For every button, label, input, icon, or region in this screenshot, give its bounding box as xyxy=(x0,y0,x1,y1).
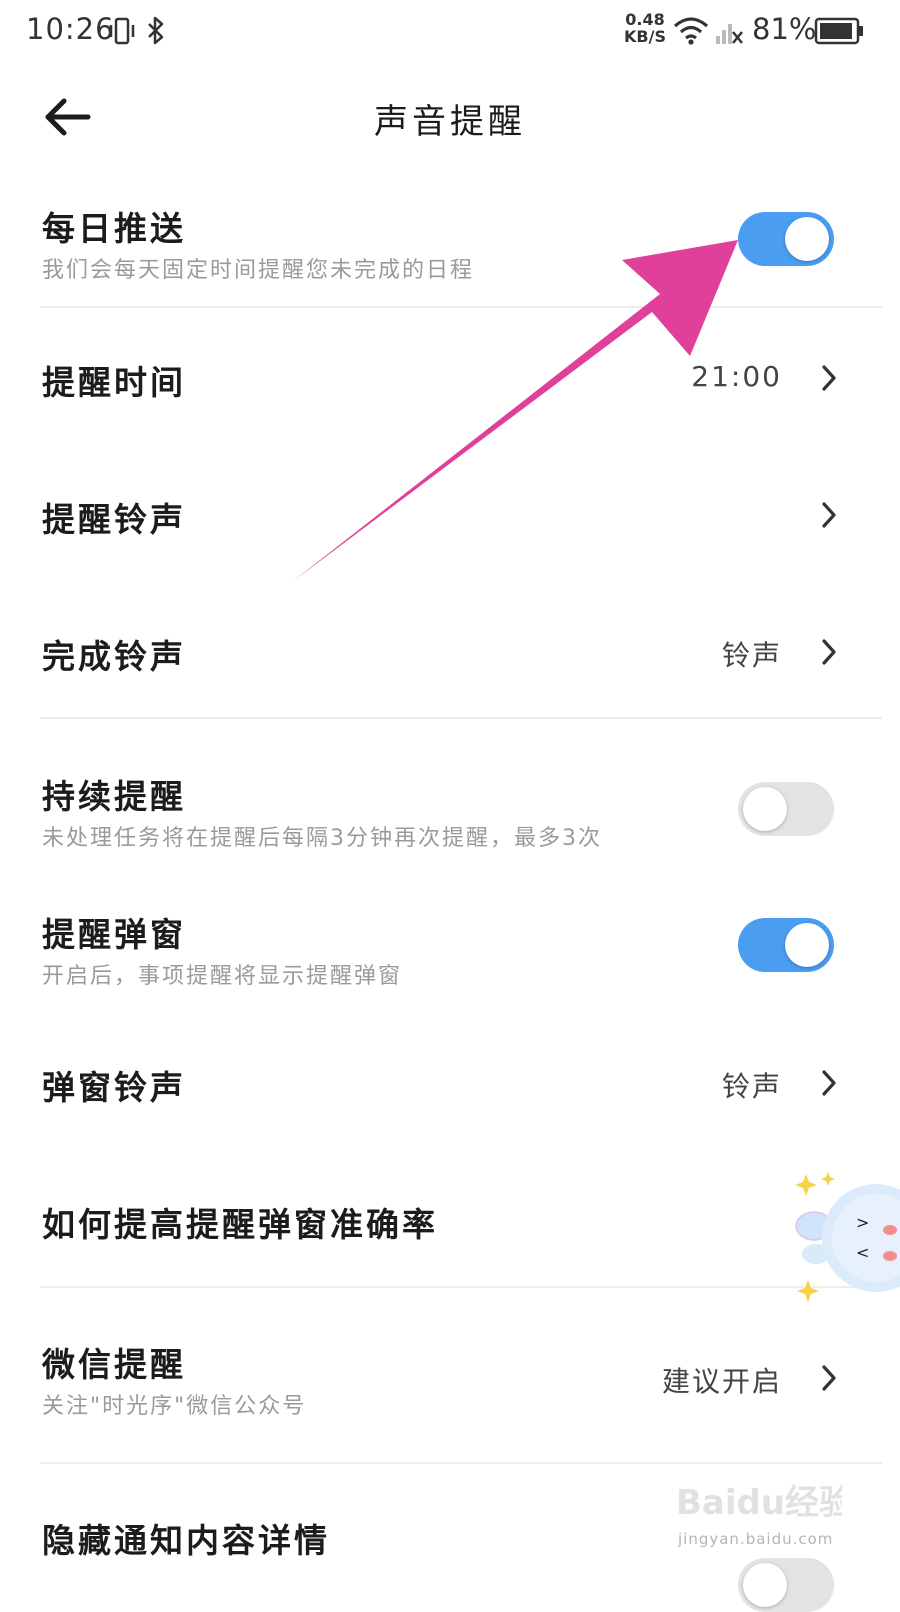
status-time: 10:26 xyxy=(26,12,115,46)
setting-complete-ringtone[interactable]: 完成铃声 铃声 xyxy=(0,604,900,700)
chevron-right-icon xyxy=(822,365,836,391)
setting-remind-time[interactable]: 提醒时间 21:00 xyxy=(0,330,900,426)
setting-title: 弹窗铃声 xyxy=(42,1068,186,1107)
remind-popup-toggle[interactable] xyxy=(738,918,834,972)
popup-ringtone-value: 铃声 xyxy=(721,1070,782,1103)
floating-mascot-icon[interactable]: > < xyxy=(792,1168,900,1308)
setting-title: 微信提醒 xyxy=(42,1345,186,1384)
setting-title: 持续提醒 xyxy=(42,777,186,816)
complete-ringtone-value: 铃声 xyxy=(721,639,782,672)
network-speed-value: 0.48 xyxy=(625,10,665,29)
setting-subtitle: 未处理任务将在提醒后每隔3分钟再次提醒，最多3次 xyxy=(42,826,602,851)
setting-title: 提醒弹窗 xyxy=(42,915,186,954)
setting-title: 完成铃声 xyxy=(42,637,186,676)
baidu-watermark-logo: Baidu经验 xyxy=(676,1483,842,1523)
divider xyxy=(40,1286,882,1288)
svg-text:<: < xyxy=(856,1243,869,1262)
hide-details-toggle[interactable] xyxy=(738,1558,834,1612)
persistent-remind-toggle[interactable] xyxy=(738,782,834,836)
remind-time-value: 21:00 xyxy=(691,360,782,393)
setting-title: 提醒时间 xyxy=(42,363,186,402)
setting-title: 隐藏通知内容详情 xyxy=(42,1521,330,1560)
setting-subtitle: 关注"时光序"微信公众号 xyxy=(42,1394,307,1419)
chevron-right-icon xyxy=(822,502,836,528)
signal-icon xyxy=(716,24,743,44)
bluetooth-icon xyxy=(148,16,164,45)
wifi-icon xyxy=(673,17,709,45)
divider xyxy=(40,1462,882,1464)
setting-title: 提醒铃声 xyxy=(42,500,186,539)
page-title: 声音提醒 xyxy=(374,102,526,142)
svg-text:Baidu经验: Baidu经验 xyxy=(676,1483,842,1523)
setting-title: 每日推送 xyxy=(42,209,186,248)
app-bar: 声音提醒 xyxy=(0,70,900,166)
wechat-remind-value: 建议开启 xyxy=(661,1365,782,1398)
setting-popup-accuracy[interactable]: 如何提高提醒弹窗准确率 xyxy=(0,1172,900,1268)
divider xyxy=(40,717,882,719)
chevron-right-icon xyxy=(822,639,836,665)
setting-remind-popup: 提醒弹窗 开启后，事项提醒将显示提醒弹窗 xyxy=(0,894,900,1004)
svg-text:>: > xyxy=(856,1213,869,1232)
setting-popup-ringtone[interactable]: 弹窗铃声 铃声 xyxy=(0,1035,900,1131)
toggle-knob xyxy=(785,923,829,967)
setting-remind-ringtone[interactable]: 提醒铃声 xyxy=(0,467,900,563)
network-speed-unit: KB/S xyxy=(624,27,666,46)
setting-title: 如何提高提醒弹窗准确率 xyxy=(42,1205,438,1244)
toggle-knob xyxy=(743,1563,787,1607)
toggle-knob xyxy=(743,787,787,831)
divider xyxy=(40,306,882,308)
setting-persistent-remind: 持续提醒 未处理任务将在提醒后每隔3分钟再次提醒，最多3次 xyxy=(0,756,900,866)
status-bar: 10:26 0.48 KB/S 81% xyxy=(0,0,900,64)
watermark-url: jingyan.baidu.com xyxy=(678,1530,834,1548)
vibrate-icon xyxy=(109,17,135,45)
setting-subtitle: 我们会每天固定时间提醒您未完成的日程 xyxy=(42,258,475,283)
setting-wechat-remind[interactable]: 微信提醒 关注"时光序"微信公众号 建议开启 xyxy=(0,1326,900,1436)
chevron-right-icon xyxy=(822,1070,836,1096)
network-speed: 0.48 KB/S xyxy=(624,11,666,45)
battery-icon xyxy=(814,17,863,45)
battery-percent: 81% xyxy=(752,12,817,46)
setting-subtitle: 开启后，事项提醒将显示提醒弹窗 xyxy=(42,964,403,989)
daily-push-toggle[interactable] xyxy=(738,212,834,266)
toggle-knob xyxy=(785,217,829,261)
setting-daily-push: 每日推送 我们会每天固定时间提醒您未完成的日程 xyxy=(0,190,900,306)
chevron-right-icon xyxy=(822,1365,836,1391)
